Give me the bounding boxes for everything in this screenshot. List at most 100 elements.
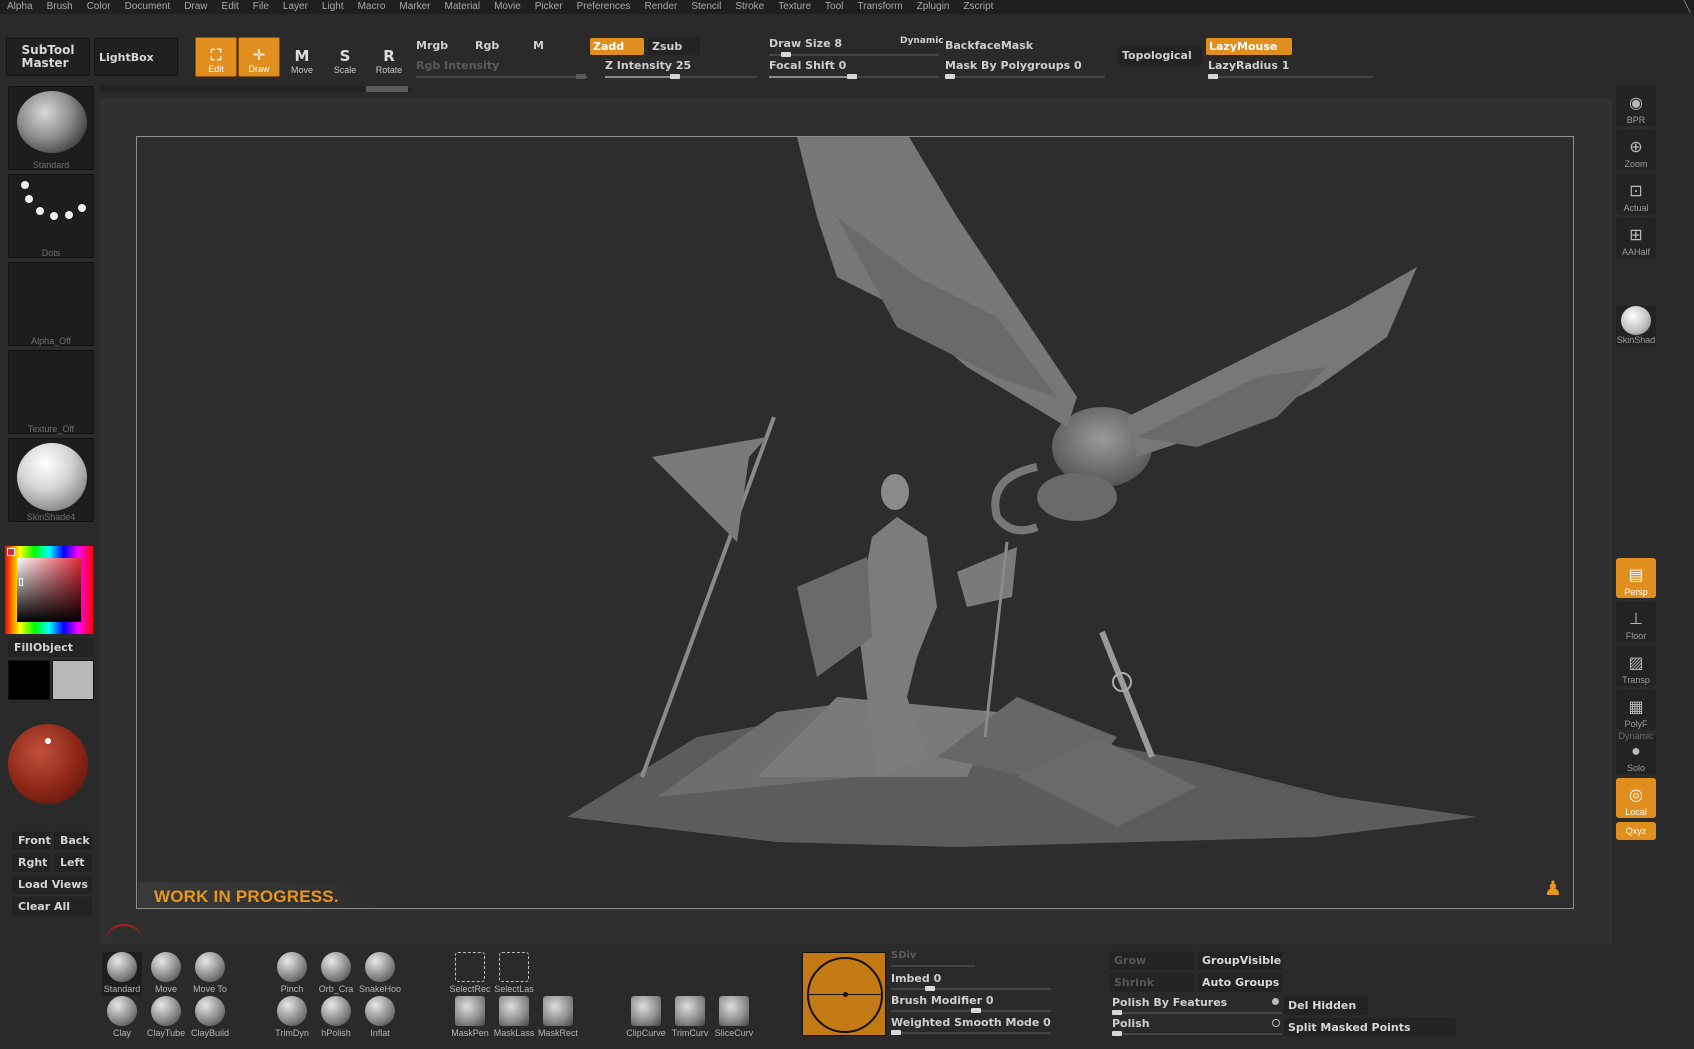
bpr-button[interactable]: ◉ BPR (1616, 86, 1656, 126)
rgb-intensity-slider-label[interactable]: Rgb Intensity (416, 59, 499, 72)
menu-render[interactable]: Render (638, 0, 685, 14)
brush-thumbnail[interactable]: Standard (8, 86, 94, 170)
grow-button[interactable]: Grow (1110, 951, 1194, 970)
mask-tool-masklass[interactable]: MaskLass (494, 996, 534, 1040)
back-view-button[interactable]: Back (54, 831, 92, 850)
polish-label[interactable]: Polish (1112, 1017, 1150, 1030)
sdiv-slider[interactable] (891, 965, 975, 967)
focal-shift-slider[interactable] (769, 74, 939, 79)
mask-tool-maskpen[interactable]: MaskPen (450, 996, 490, 1040)
imbed-slider-label[interactable]: Imbed 0 (891, 972, 941, 985)
zadd-button[interactable]: Zadd (590, 38, 644, 55)
dynamic-label[interactable]: Dynamic (900, 36, 944, 46)
local-button[interactable]: ◎ Local (1616, 778, 1656, 818)
menu-draw[interactable]: Draw (177, 0, 214, 14)
texture-thumbnail[interactable]: Texture_Off (8, 350, 94, 434)
mask-by-polygroups-slider[interactable] (945, 74, 1105, 79)
menu-picker[interactable]: Picker (528, 0, 570, 14)
solo-button[interactable]: Dynamic ● Solo (1616, 731, 1656, 774)
menu-light[interactable]: Light (315, 0, 351, 14)
shelf-scroll-thumb[interactable] (366, 86, 408, 92)
actual-button[interactable]: ⊡ Actual (1616, 174, 1656, 214)
polish-by-features-slider[interactable] (1112, 1010, 1282, 1015)
xyz-button[interactable]: Qxyz (1616, 822, 1656, 840)
brush-pinch[interactable]: Pinch (272, 952, 312, 996)
clip-tool-trimcurv[interactable]: TrimCurv (670, 996, 710, 1040)
brush-snakehoo[interactable]: SnakeHoo (359, 952, 401, 996)
menu-macro[interactable]: Macro (351, 0, 393, 14)
menu-file[interactable]: File (246, 0, 276, 14)
brush-orb-cra[interactable]: Orb_Cra (316, 952, 356, 996)
lazyradius-slider-label[interactable]: LazyRadius 1 (1208, 59, 1289, 72)
menu-preferences[interactable]: Preferences (570, 0, 638, 14)
brush-move[interactable]: Move (146, 952, 186, 996)
brush-modifier-slider-label[interactable]: Brush Modifier 0 (891, 994, 994, 1007)
brush-move-to[interactable]: Move To (190, 952, 230, 996)
draw-size-slider-label[interactable]: Draw Size 8 (769, 37, 842, 50)
brush-modifier-slider[interactable] (891, 1008, 1051, 1013)
material-thumbnail[interactable]: SkinShade4 (8, 438, 94, 522)
menu-layer[interactable]: Layer (276, 0, 315, 14)
select-tool-selectrec[interactable]: SelectRec (449, 952, 491, 996)
focal-shift-slider-label[interactable]: Focal Shift 0 (769, 59, 846, 72)
stroke-thumbnail[interactable]: Dots (8, 174, 94, 258)
fill-object-button[interactable]: FillObject (8, 638, 94, 657)
aahalf-button[interactable]: ⊞ AAHalf (1616, 218, 1656, 258)
left-view-button[interactable]: Left (54, 853, 92, 872)
split-masked-points-button[interactable]: Split Masked Points (1284, 1018, 1456, 1037)
draw-mode-button[interactable]: ✛ Draw (238, 37, 280, 77)
move-mode-button[interactable]: M Move (281, 37, 323, 77)
rgb-intensity-slider[interactable] (416, 74, 588, 79)
rgb-button[interactable]: Rgb (475, 39, 499, 52)
menu-alpha[interactable]: Alpha (0, 0, 40, 14)
color-picker[interactable] (5, 546, 93, 634)
color-square[interactable] (17, 558, 81, 622)
polish-by-features-dot[interactable] (1272, 998, 1279, 1005)
menu-transform[interactable]: Transform (850, 0, 909, 14)
brush-claybuild[interactable]: ClayBuild (190, 996, 230, 1040)
brush-trimdyn[interactable]: TrimDyn (272, 996, 312, 1040)
brush-preview[interactable] (802, 952, 886, 1036)
sdiv-slider-label[interactable]: SDiv (891, 950, 916, 961)
secondary-color-swatch[interactable] (52, 660, 94, 700)
auto-groups-button[interactable]: Auto Groups (1198, 973, 1282, 992)
draw-size-slider[interactable] (769, 52, 939, 57)
scale-mode-button[interactable]: S Scale (324, 37, 366, 77)
menu-document[interactable]: Document (118, 0, 178, 14)
right-view-button[interactable]: Rght (12, 853, 50, 872)
imbed-slider[interactable] (891, 986, 1051, 991)
group-visible-button[interactable]: GroupVisible (1198, 951, 1282, 970)
alpha-thumbnail[interactable]: Alpha_Off (8, 262, 94, 346)
floor-toggle-icon[interactable]: ♟ (1542, 876, 1564, 902)
clear-all-button[interactable]: Clear All (12, 897, 92, 916)
menu-brush[interactable]: Brush (40, 0, 80, 14)
menu-tool[interactable]: Tool (818, 0, 850, 14)
z-intensity-slider-label[interactable]: Z Intensity 25 (605, 59, 691, 72)
clip-tool-slicecurv[interactable]: SliceCurv (714, 996, 754, 1040)
transp-button[interactable]: ▨ Transp (1616, 646, 1656, 686)
edit-mode-button[interactable]: ⛶ Edit (195, 37, 237, 77)
del-hidden-button[interactable]: Del Hidden (1284, 996, 1368, 1015)
menu-color[interactable]: Color (80, 0, 118, 14)
shrink-button[interactable]: Shrink (1110, 973, 1194, 992)
brush-standard[interactable]: Standard (102, 952, 142, 996)
lazymouse-button[interactable]: LazyMouse (1206, 38, 1292, 55)
menu-material[interactable]: Material (438, 0, 488, 14)
polish-slider[interactable] (1112, 1031, 1282, 1036)
mask-by-polygroups-label[interactable]: Mask By Polygroups 0 (945, 59, 1082, 72)
shelf-scroll-strip[interactable] (100, 86, 410, 92)
menu-marker[interactable]: Marker (392, 0, 437, 14)
window-corner-icon[interactable]: ╲ (1680, 0, 1694, 14)
menu-zscript[interactable]: Zscript (956, 0, 1000, 14)
topological-button[interactable]: Topological (1118, 46, 1202, 66)
zoom-button[interactable]: ⊕ Zoom (1616, 130, 1656, 170)
menu-movie[interactable]: Movie (487, 0, 528, 14)
weighted-smooth-slider-label[interactable]: Weighted Smooth Mode 0 (891, 1016, 1051, 1029)
brush-claytube[interactable]: ClayTube (146, 996, 186, 1040)
z-intensity-slider[interactable] (605, 74, 757, 79)
clip-tool-clipcurve[interactable]: ClipCurve (626, 996, 666, 1040)
mask-tool-maskrect[interactable]: MaskRect (538, 996, 578, 1040)
mrgb-button[interactable]: Mrgb (416, 39, 448, 52)
front-view-button[interactable]: Front (12, 831, 51, 850)
document-canvas[interactable] (136, 136, 1574, 909)
